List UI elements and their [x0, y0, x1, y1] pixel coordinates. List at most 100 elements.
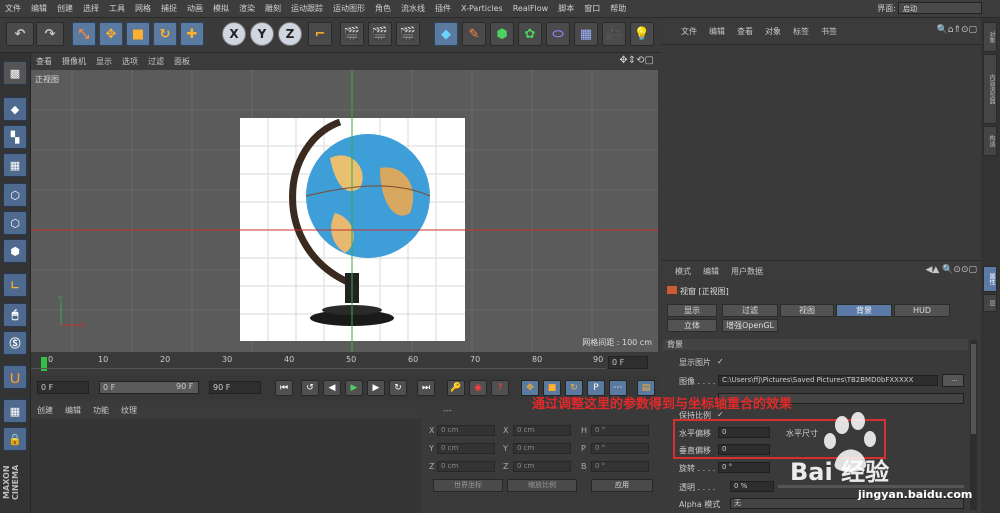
menu-x-particles[interactable]: X-Particles: [456, 4, 508, 13]
subdivision-icon[interactable]: ⬢: [490, 22, 514, 46]
render-picture-viewer-icon[interactable]: 🎬: [368, 22, 392, 46]
cloner-icon[interactable]: ✿: [518, 22, 542, 46]
menu-pipeline[interactable]: 流水线: [396, 3, 430, 14]
tweak-mode-icon[interactable]: 🖱: [3, 303, 27, 327]
size-x-field[interactable]: 0 cm: [513, 425, 571, 436]
tab-view[interactable]: 视图: [780, 304, 834, 317]
menu-simulate[interactable]: 模拟: [208, 3, 234, 14]
deformer-icon[interactable]: ⬭: [546, 22, 570, 46]
redo-icon[interactable]: ↷: [36, 22, 64, 46]
z-axis-lock-button[interactable]: Z: [278, 22, 302, 46]
tab-content-browser[interactable]: 内容浏览器: [983, 54, 997, 124]
rot-b-field[interactable]: 0 °: [591, 461, 649, 472]
menu-realflow[interactable]: RealFlow: [508, 4, 554, 13]
am-menu-user-data[interactable]: 用户数据: [725, 266, 769, 277]
previous-key-icon[interactable]: ↺: [301, 380, 319, 396]
am-menu-mode[interactable]: 模式: [661, 266, 697, 277]
om-menu-view[interactable]: 查看: [731, 26, 759, 37]
y-axis-lock-button[interactable]: Y: [250, 22, 274, 46]
size-z-field[interactable]: 0 cm: [513, 461, 571, 472]
viewport-nav-icons[interactable]: ✥⇕⟲▢: [619, 55, 654, 66]
live-selection-icon[interactable]: ⤡: [72, 22, 96, 46]
tab-hud[interactable]: HUD: [894, 304, 950, 317]
start-frame-field[interactable]: 0 F: [37, 381, 89, 394]
menu-snap[interactable]: 捕捉: [156, 3, 182, 14]
axis-mode-icon[interactable]: ∟: [3, 273, 27, 297]
undo-icon[interactable]: ↶: [6, 22, 34, 46]
viewport-menu-filter[interactable]: 过滤: [143, 56, 169, 67]
end-frame-field[interactable]: 90 F: [209, 381, 261, 394]
scale-mode-select[interactable]: 缩放比例: [507, 479, 577, 492]
coordinate-system-icon[interactable]: ⌐: [308, 22, 332, 46]
rotate-icon[interactable]: ↻: [153, 22, 177, 46]
world-coordinates-select[interactable]: 世界坐标: [433, 479, 503, 492]
recent-tool-icon[interactable]: ✚: [180, 22, 204, 46]
om-menu-object[interactable]: 对象: [759, 26, 787, 37]
transparency-field[interactable]: 0 %: [730, 481, 774, 492]
viewport-menu-camera[interactable]: 摄像机: [57, 56, 91, 67]
range-end-field[interactable]: 90 F: [173, 381, 197, 394]
browse-button[interactable]: ...: [942, 374, 964, 387]
lock-icon[interactable]: 🔒: [3, 427, 27, 451]
edges-mode-icon[interactable]: ⬡: [3, 211, 27, 235]
make-editable-icon[interactable]: ▩: [3, 61, 27, 85]
go-to-start-icon[interactable]: ⏮: [275, 380, 293, 396]
tab-display[interactable]: 显示: [667, 304, 717, 317]
menu-plugins[interactable]: 插件: [430, 3, 456, 14]
play-icon[interactable]: ▶: [345, 380, 363, 396]
menu-animate[interactable]: 动画: [182, 3, 208, 14]
polygons-mode-icon[interactable]: ⬢: [3, 239, 27, 263]
previous-frame-icon[interactable]: ◀: [323, 380, 341, 396]
menu-create[interactable]: 创建: [52, 3, 78, 14]
workplane-icon[interactable]: ▦: [3, 153, 27, 177]
pen-icon[interactable]: ✎: [462, 22, 486, 46]
menu-mesh[interactable]: 网格: [130, 3, 156, 14]
auto-keying-icon[interactable]: ◉: [469, 380, 487, 396]
move-icon[interactable]: ✥: [99, 22, 123, 46]
image-path-field[interactable]: C:\Users\ffj\Pictures\Saved Pictures\TB2…: [718, 375, 938, 386]
next-frame-icon[interactable]: ▶: [367, 380, 385, 396]
rotation-field[interactable]: 0 °: [718, 462, 770, 473]
current-frame-field[interactable]: 0 F: [608, 356, 648, 369]
viewport-menu-view[interactable]: 查看: [31, 56, 57, 67]
viewport-menu-panel[interactable]: 面板: [169, 56, 195, 67]
tab-layers[interactable]: 层: [983, 294, 997, 312]
tab-background[interactable]: 背景: [836, 304, 892, 317]
material-manager-area[interactable]: [31, 419, 421, 513]
camera-icon[interactable]: 🎥: [602, 22, 626, 46]
model-mode-icon[interactable]: ◆: [3, 97, 27, 121]
menu-help[interactable]: 帮助: [605, 3, 631, 14]
rot-h-field[interactable]: 0 °: [591, 425, 649, 436]
points-mode-icon[interactable]: ⬡: [3, 183, 27, 207]
viewport[interactable]: Y X 正视图 网格间距 : 100 cm: [31, 70, 658, 352]
record-active-icon[interactable]: 🔑: [447, 380, 465, 396]
cube-icon[interactable]: ◆: [434, 22, 458, 46]
tab-attributes[interactable]: 属性: [983, 266, 997, 292]
menu-script[interactable]: 脚本: [553, 3, 579, 14]
pos-y-field[interactable]: 0 cm: [437, 443, 495, 454]
floor-icon[interactable]: ▦: [574, 22, 598, 46]
grid-icon[interactable]: ▦: [3, 399, 27, 423]
am-menu-edit[interactable]: 编辑: [697, 266, 725, 277]
menu-select[interactable]: 选择: [78, 3, 104, 14]
am-nav-icons[interactable]: ◀▲ 🔍⊙⊙▢: [926, 265, 978, 275]
go-to-end-icon[interactable]: ⏭: [417, 380, 435, 396]
material-menu-texture[interactable]: 纹理: [115, 405, 143, 416]
viewport-menu-options[interactable]: 选项: [117, 56, 143, 67]
om-menu-bookmarks[interactable]: 书签: [815, 26, 843, 37]
material-menu-edit[interactable]: 编辑: [59, 405, 87, 416]
timeline[interactable]: 0 10 20 30 40 50 60 70 80 90 0 F: [31, 353, 658, 375]
next-key-icon[interactable]: ↻: [389, 380, 407, 396]
apply-button[interactable]: 应用: [591, 479, 653, 492]
menu-character[interactable]: 角色: [370, 3, 396, 14]
om-nav-icons[interactable]: 🔍⌂⇑⊙▢: [936, 25, 977, 35]
menu-motion-tracking[interactable]: 运动跟踪: [286, 3, 328, 14]
om-menu-file[interactable]: 文件: [661, 26, 703, 37]
texture-mode-icon[interactable]: ▚: [3, 125, 27, 149]
tab-enhanced-opengl[interactable]: 增强OpenGL: [722, 319, 778, 332]
tab-stereo[interactable]: 立体: [667, 319, 717, 332]
viewport-menu-display[interactable]: 显示: [91, 56, 117, 67]
menu-file[interactable]: 文件: [0, 3, 26, 14]
material-menu-create[interactable]: 创建: [31, 405, 59, 416]
tab-objects[interactable]: 对象: [983, 22, 997, 52]
